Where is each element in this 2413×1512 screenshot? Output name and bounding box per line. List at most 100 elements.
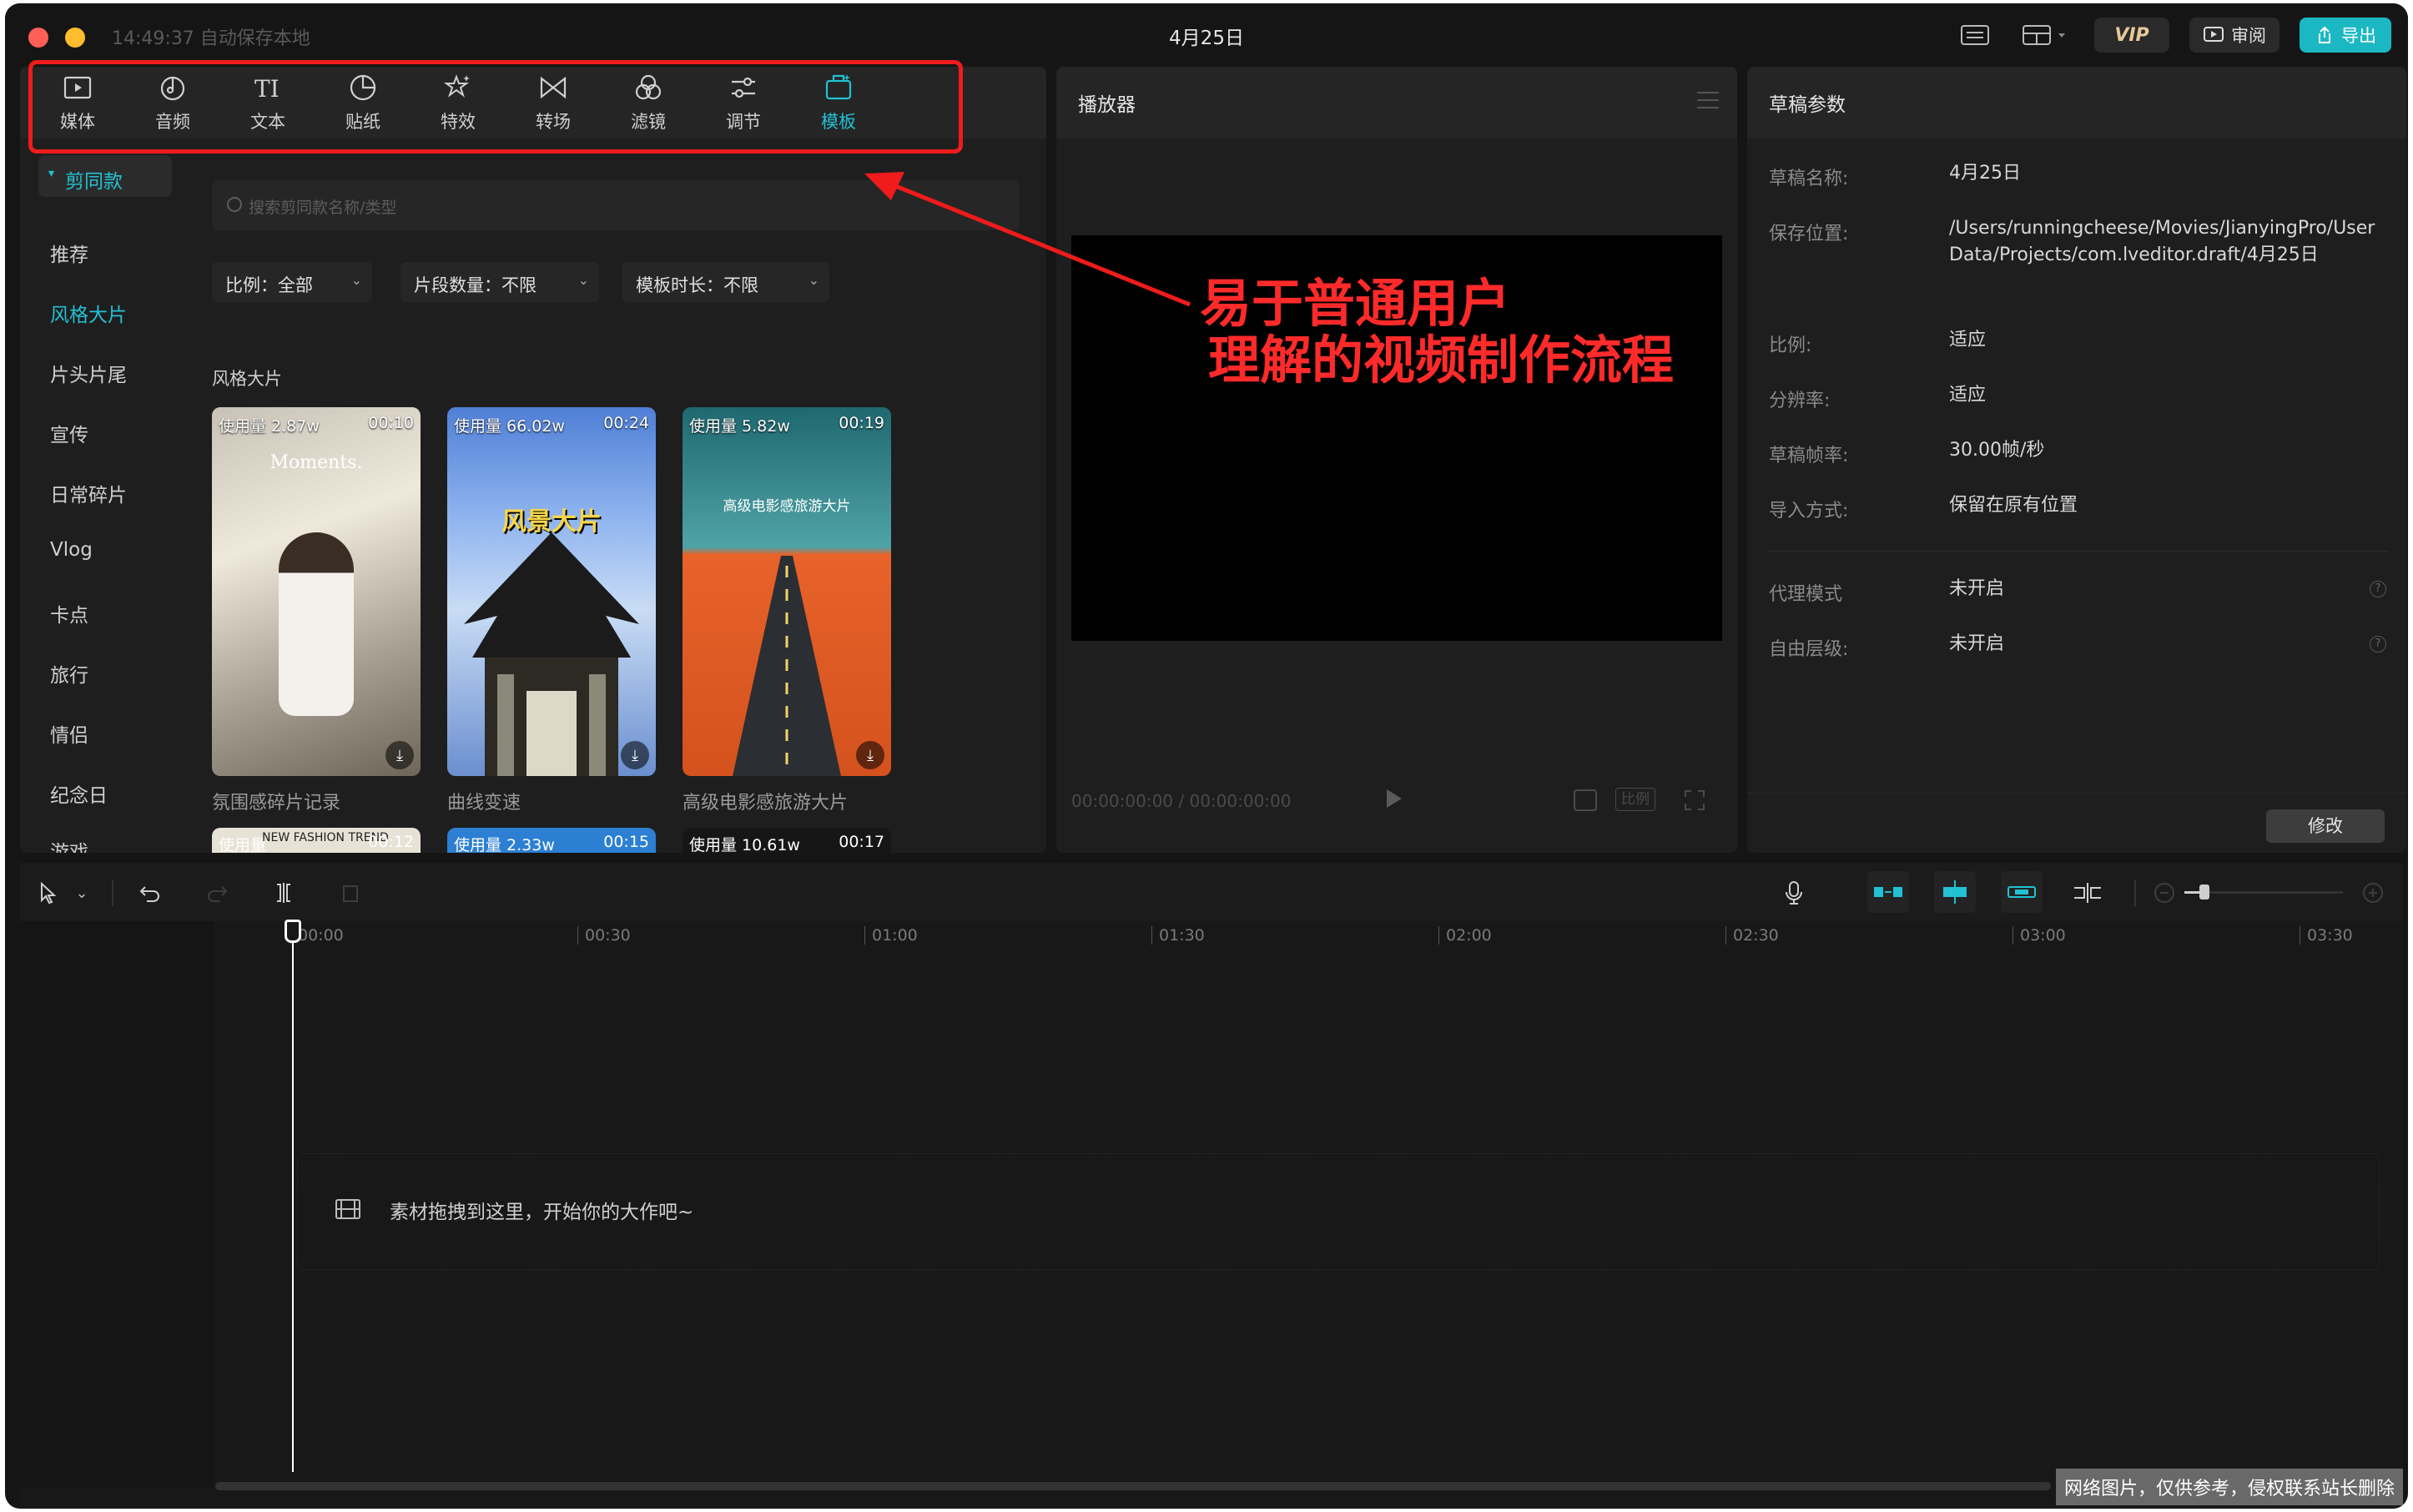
usage-count: 使用量 66.02w — [454, 417, 565, 436]
playhead[interactable] — [292, 920, 294, 1472]
download-icon[interactable]: ⤓ — [856, 741, 884, 769]
draft-params-header: 草稿参数 — [1747, 67, 2406, 139]
timeline-scrollbar[interactable] — [215, 1482, 2051, 1490]
ruler-label: 01:30 — [1151, 926, 1205, 945]
menu-icon[interactable] — [1697, 92, 1719, 108]
player-title: 播放器 — [1078, 94, 1136, 116]
thumbnail-overlay-text: Moments. — [270, 452, 363, 473]
delete-icon[interactable] — [335, 878, 365, 908]
timeline-ruler: 00:00 00:30 01:00 01:30 02:00 02:30 03:0… — [199, 921, 2393, 951]
category-item[interactable]: 片头片尾 — [50, 359, 127, 387]
auto-snap-icon[interactable] — [1934, 871, 1976, 913]
chevron-down-icon: ⌄ — [577, 272, 589, 288]
divider — [1769, 551, 2388, 552]
pavilion-illustration — [464, 532, 639, 776]
filter-duration[interactable]: 模板时长：不限 ⌄ — [622, 262, 829, 302]
linkage-icon[interactable] — [2001, 871, 2043, 913]
template-caption: 曲线变速 — [447, 793, 521, 814]
param-key: 分辨率: — [1769, 391, 1831, 411]
thumbnail-overlay-text: 风景大片 — [501, 507, 602, 537]
export-button[interactable]: 导出 — [2300, 18, 2391, 53]
param-key: 保存位置: — [1769, 224, 1849, 244]
template-card[interactable]: 使用量 NEW FASHION TREND 00:12 — [212, 828, 421, 853]
category-item[interactable]: 游戏 — [50, 836, 88, 853]
usage-count: 使用量 10.61w — [689, 836, 800, 853]
search-placeholder: 搜索剪同款名称/类型 — [249, 199, 397, 217]
filter-segments[interactable]: 片段数量：不限 ⌄ — [400, 262, 599, 302]
download-icon[interactable]: ⤓ — [621, 741, 649, 769]
review-icon — [2204, 27, 2224, 42]
template-card[interactable]: 使用量 10.61w 00:17 — [683, 828, 891, 853]
filter-ratio[interactable]: 比例：全部 ⌄ — [212, 262, 372, 302]
playhead-handle[interactable] — [285, 920, 301, 943]
template-card[interactable]: Moments. 使用量 2.87w 00:10 ⤓ 氛围感碎片记录 — [212, 407, 421, 814]
modify-button[interactable]: 修改 — [2266, 809, 2385, 843]
template-duration: 00:19 — [839, 414, 884, 432]
template-duration: 00:12 — [368, 833, 414, 851]
param-key: 代理模式 — [1769, 584, 1843, 605]
ruler-label: 01:00 — [864, 926, 918, 945]
ruler-label: 02:00 — [1438, 926, 1492, 945]
divider — [112, 879, 113, 906]
ruler-label: 02:30 — [1725, 926, 1779, 945]
annotation-line-2: 理解的视频制作流程 — [1208, 330, 1675, 391]
category-item[interactable]: Vlog — [50, 539, 93, 561]
main-track-drop-zone[interactable]: 素材拖拽到这里，开始你的大作吧~ — [297, 1153, 2380, 1270]
track-header-column — [20, 921, 214, 1489]
template-card[interactable]: 风景大片 使用量 66.02w 00:24 ⤓ 曲线变速 — [447, 407, 656, 814]
category-item[interactable]: 推荐 — [50, 239, 88, 267]
template-duration: 00:15 — [603, 833, 649, 851]
param-value: 4月25日 — [1949, 163, 2021, 184]
review-button[interactable]: 审阅 — [2189, 18, 2280, 53]
zoom-slider-handle[interactable] — [2199, 885, 2209, 900]
zoom-in-icon[interactable] — [2358, 878, 2388, 908]
film-icon — [335, 1199, 360, 1219]
layout-icon[interactable] — [2016, 17, 2074, 53]
filter-duration-label: 模板时长：不限 — [636, 275, 758, 295]
fullscreen-icon[interactable] — [1684, 789, 1705, 811]
microphone-icon[interactable] — [1779, 878, 1809, 908]
param-value: 未开启 — [1949, 633, 2005, 654]
category-item[interactable]: 纪念日 — [50, 779, 108, 808]
template-caption: 氛围感碎片记录 — [212, 793, 341, 814]
preview-axis-icon[interactable] — [2073, 878, 2103, 908]
param-value: 保留在原有位置 — [1949, 495, 2078, 516]
undo-icon[interactable] — [135, 878, 165, 908]
play-icon[interactable] — [1387, 789, 1402, 808]
category-group-jiantongkuan[interactable]: 剪同款 — [38, 155, 172, 197]
thumbnail-overlay-text: 高级电影感旅游大片 — [723, 498, 851, 515]
category-item[interactable]: 卡点 — [50, 599, 88, 627]
road-illustration — [733, 556, 841, 776]
chevron-down-icon[interactable]: ⌄ — [72, 878, 92, 908]
zoom-out-icon[interactable] — [2149, 878, 2179, 908]
category-item[interactable]: 日常碎片 — [50, 479, 127, 507]
screenshot-icon[interactable] — [1574, 789, 1597, 811]
redo-icon[interactable] — [202, 878, 232, 908]
category-item[interactable]: 情侣 — [50, 719, 88, 748]
template-thumbnail: 风景大片 使用量 66.02w 00:24 ⤓ — [447, 407, 656, 776]
search-icon — [227, 197, 242, 212]
help-icon[interactable]: ? — [2370, 636, 2386, 653]
ruler-label: 03:00 — [2013, 926, 2066, 945]
category-item-active[interactable]: 风格大片 — [50, 299, 127, 327]
param-value: 未开启 — [1949, 578, 2005, 599]
vip-button[interactable]: VIP — [2094, 18, 2169, 53]
divider — [1747, 793, 2406, 794]
help-icon[interactable]: ? — [2370, 581, 2386, 597]
select-tool-icon[interactable] — [33, 878, 63, 908]
divider — [2134, 879, 2136, 906]
template-card[interactable]: 高级电影感旅游大片 使用量 5.82w 00:19 ⤓ 高级电影感旅游大片 — [683, 407, 891, 814]
split-icon[interactable] — [269, 878, 299, 908]
template-card[interactable]: 使用量 2.33w 00:15 — [447, 828, 656, 853]
param-value: 适应 — [1949, 385, 1987, 406]
param-key: 导入方式: — [1769, 501, 1849, 522]
category-item[interactable]: 旅行 — [50, 659, 88, 688]
main-track-magnet-icon[interactable] — [1867, 871, 1909, 913]
template-duration: 00:10 — [368, 414, 414, 432]
download-icon[interactable]: ⤓ — [385, 741, 414, 769]
ratio-button[interactable]: 比例 — [1615, 788, 1655, 811]
category-item[interactable]: 宣传 — [50, 419, 88, 447]
usage-count: 使用量 2.87w — [219, 417, 320, 436]
player-timecode: 00:00:00:00 / 00:00:00:00 — [1071, 791, 1292, 811]
shortcut-keyboard-icon[interactable] — [1954, 17, 1996, 53]
